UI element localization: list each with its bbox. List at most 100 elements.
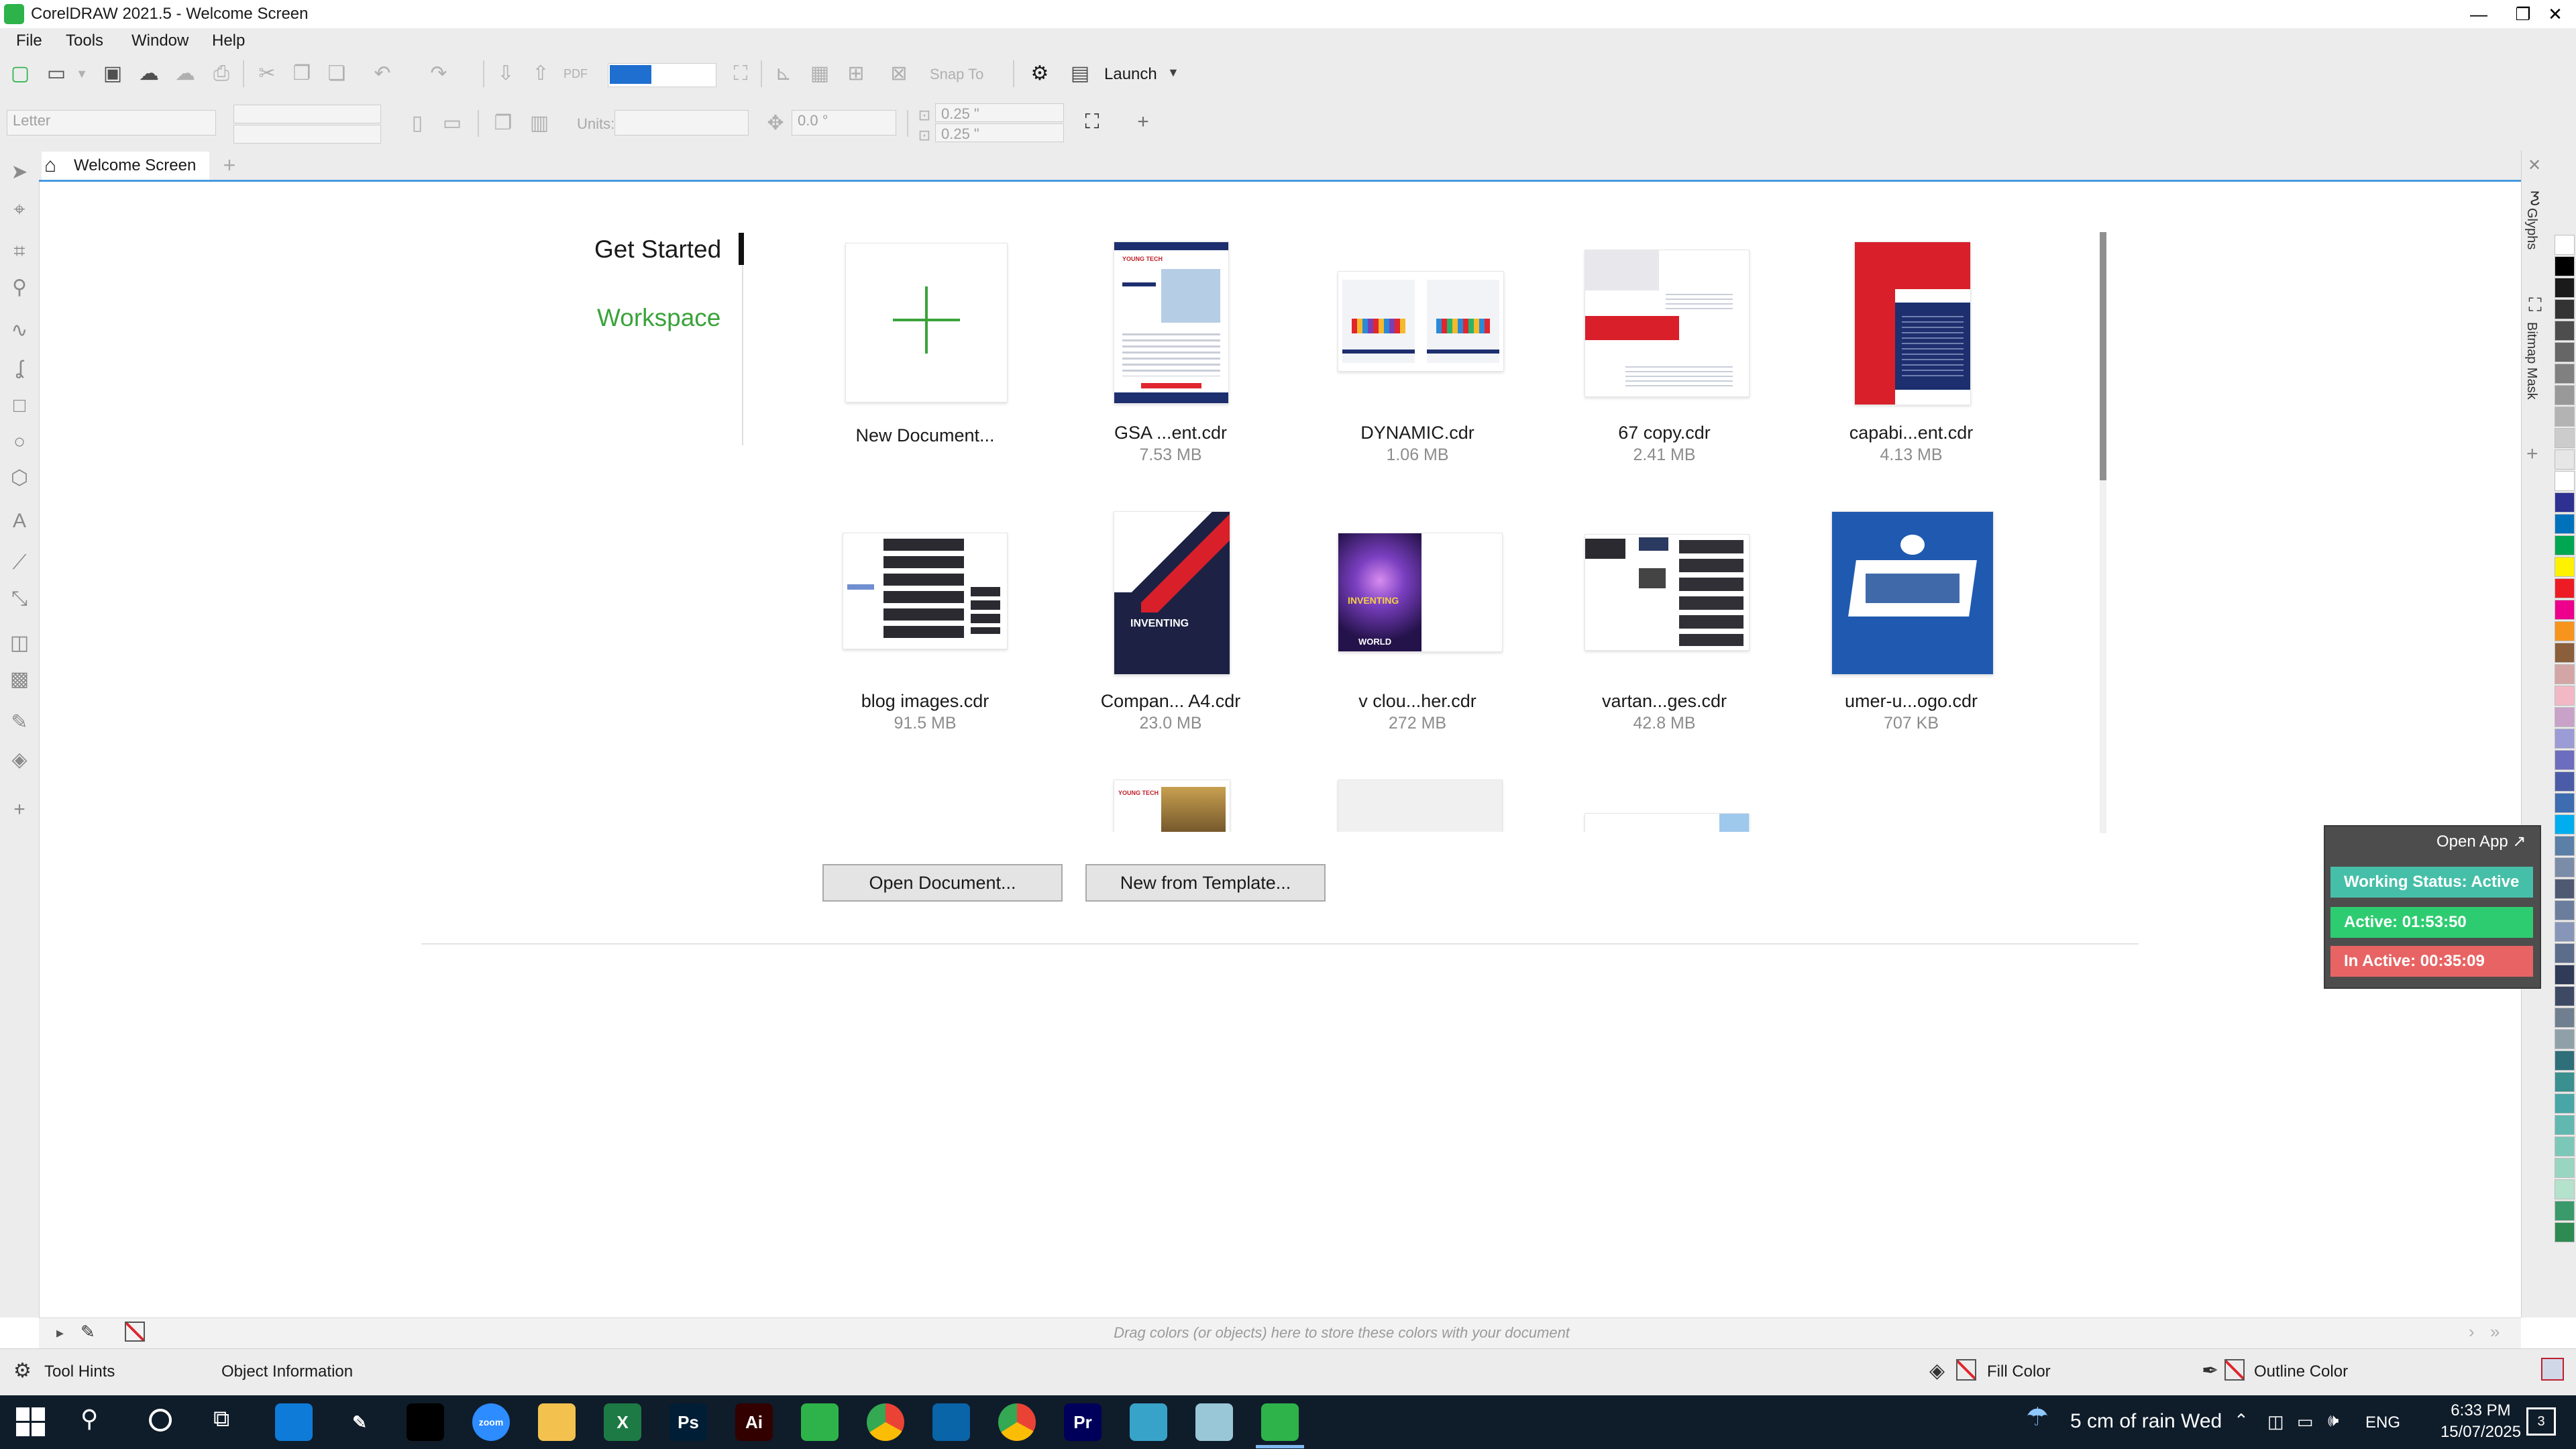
network-icon[interactable]: ▭ <box>2297 1410 2314 1433</box>
save-icon[interactable]: ▣ <box>101 62 125 86</box>
text-tool-icon[interactable]: A <box>8 510 31 533</box>
palette-swatch[interactable] <box>2555 1029 2575 1049</box>
taskbar-coreldraw-icon[interactable] <box>801 1403 839 1441</box>
palette-swatch[interactable] <box>2555 643 2575 663</box>
add-toolbar-item-icon[interactable]: + <box>1131 110 1155 134</box>
add-docker-icon[interactable]: + <box>2526 443 2538 466</box>
add-tool-icon[interactable]: + <box>8 798 31 821</box>
taskbar-app-diamond-icon[interactable] <box>1130 1403 1167 1441</box>
eyedropper-tool-icon[interactable]: ✎ <box>8 711 31 734</box>
minimize-button[interactable]: — <box>2457 0 2501 28</box>
zoom-level-field[interactable] <box>608 63 716 87</box>
print-icon[interactable]: ⎙ <box>209 62 233 86</box>
palette-swatch[interactable] <box>2555 1051 2575 1071</box>
palette-swatch[interactable] <box>2555 492 2575 513</box>
palette-swatch[interactable] <box>2555 729 2575 749</box>
tray-meet-icon[interactable]: ◫ <box>2267 1410 2284 1433</box>
palette-swatch[interactable] <box>2555 686 2575 706</box>
palette-swatch[interactable] <box>2555 836 2575 856</box>
show-grid-icon[interactable]: ▦ <box>808 62 832 86</box>
file-thumbnail[interactable] <box>1585 534 1750 651</box>
close-docker-icon[interactable]: ✕ <box>2528 156 2541 175</box>
palette-swatch[interactable] <box>2555 385 2575 405</box>
snap-to-label[interactable]: Snap To <box>930 64 983 85</box>
cortana-icon[interactable] <box>149 1409 172 1432</box>
tool-hints-label[interactable]: Tool Hints <box>44 1360 115 1383</box>
redo-icon[interactable]: ↷ <box>427 62 451 86</box>
palette-swatch[interactable] <box>2555 600 2575 620</box>
palette-swatch[interactable] <box>2555 771 2575 792</box>
palette-swatch[interactable] <box>2555 900 2575 920</box>
search-icon[interactable]: ⚲ <box>80 1407 98 1431</box>
taskbar-chrome2-icon[interactable] <box>998 1403 1036 1441</box>
outline-color-swatch-icon[interactable] <box>2224 1359 2245 1381</box>
palette-swatch[interactable] <box>2555 407 2575 427</box>
glyphs-docker-tab[interactable]: Glyphs <box>2524 208 2539 250</box>
ellipse-tool-icon[interactable]: ○ <box>8 431 31 453</box>
tray-chevron-icon[interactable]: ⌃ <box>2234 1409 2249 1432</box>
landscape-icon[interactable]: ▭ <box>440 111 464 136</box>
palette-swatch[interactable] <box>2555 428 2575 448</box>
file-thumbnail[interactable] <box>1585 250 1750 397</box>
cloud-save-icon[interactable]: ☁ <box>137 62 161 86</box>
copy-icon[interactable]: ❐ <box>290 62 314 86</box>
palette-swatch[interactable] <box>2555 299 2575 319</box>
palette-swatch[interactable] <box>2555 321 2575 341</box>
windows-start-icon[interactable] <box>16 1407 46 1437</box>
volume-icon[interactable]: 🕪 <box>2328 1409 2339 1432</box>
file-name[interactable]: umer-u...ogo.cdr <box>1787 690 2035 712</box>
options-gear-icon[interactable]: ⚙ <box>1028 62 1052 86</box>
palette-swatch[interactable] <box>2555 943 2575 963</box>
palette-swatch[interactable] <box>2555 471 2575 491</box>
transparency-tool-icon[interactable]: ▩ <box>8 668 31 691</box>
file-name[interactable]: 67 copy.cdr <box>1540 421 1788 444</box>
palette-swatch[interactable] <box>2555 814 2575 835</box>
file-thumbnail[interactable] <box>1854 241 1971 405</box>
palette-swatch[interactable] <box>2555 793 2575 813</box>
palette-swatch[interactable] <box>2555 256 2575 276</box>
artistic-media-tool-icon[interactable]: ʆ <box>8 357 31 380</box>
notification-center-icon[interactable]: 3 <box>2526 1407 2556 1436</box>
taskbar-photoshop-icon[interactable]: Ps <box>669 1403 707 1441</box>
export-pdf-icon[interactable]: PDF <box>564 62 588 86</box>
palette-scroll-end-icon[interactable]: » <box>2490 1322 2500 1342</box>
show-guidelines-icon[interactable]: ⊞ <box>844 62 868 86</box>
menu-file[interactable]: File <box>16 31 42 51</box>
rectangle-tool-icon[interactable]: □ <box>8 394 31 417</box>
portrait-icon[interactable]: ▯ <box>405 111 429 136</box>
export-icon[interactable]: ⇧ <box>529 62 553 86</box>
taskbar-excel-icon[interactable]: X <box>604 1403 641 1441</box>
launch-label[interactable]: Launch <box>1104 64 1157 85</box>
page-frame-icon[interactable]: ⛶ <box>1080 110 1104 134</box>
units-select[interactable] <box>614 110 749 136</box>
interactive-fill-tool-icon[interactable]: ◈ <box>8 749 31 771</box>
object-information-label[interactable]: Object Information <box>221 1360 353 1383</box>
close-button[interactable]: ✕ <box>2534 0 2576 28</box>
drop-shadow-tool-icon[interactable]: ◫ <box>8 632 31 655</box>
file-name[interactable]: capabi...ent.cdr <box>1787 421 2035 444</box>
bitmap-mask-docker-tab[interactable]: Bitmap Mask <box>2524 322 2539 400</box>
file-thumbnail[interactable]: INVENTING WORLD <box>1338 533 1503 652</box>
page-height-field[interactable] <box>233 125 381 144</box>
taskbar-zoom-icon[interactable]: zoom <box>472 1403 510 1441</box>
input-language[interactable]: ENG <box>2365 1411 2400 1434</box>
file-thumbnail[interactable] <box>1338 271 1504 372</box>
palette-swatch[interactable] <box>2555 235 2575 255</box>
palette-swatch[interactable] <box>2555 621 2575 641</box>
taskbar-premiere-icon[interactable]: Pr <box>1064 1403 1102 1441</box>
weather-text[interactable]: 5 cm of rain Wed <box>2070 1410 2222 1433</box>
palette-swatch[interactable] <box>2555 1222 2575 1242</box>
color-proof-icon[interactable] <box>2541 1358 2564 1381</box>
new-tab-button[interactable]: + <box>216 152 243 178</box>
palette-swatch[interactable] <box>2555 965 2575 985</box>
file-thumbnail[interactable]: YOUNG TECH <box>1114 241 1229 404</box>
palette-swatch[interactable] <box>2555 449 2575 470</box>
launch-icon[interactable]: ▤ <box>1068 62 1092 86</box>
palette-swatch[interactable] <box>2555 1179 2575 1199</box>
import-icon[interactable]: ⇩ <box>494 62 518 86</box>
palette-swatch[interactable] <box>2555 578 2575 598</box>
palette-swatch[interactable] <box>2555 879 2575 899</box>
menu-window[interactable]: Window <box>131 31 189 51</box>
file-name[interactable]: GSA ...ent.cdr <box>1046 421 1295 444</box>
connector-tool-icon[interactable]: ⤡ <box>8 588 31 610</box>
